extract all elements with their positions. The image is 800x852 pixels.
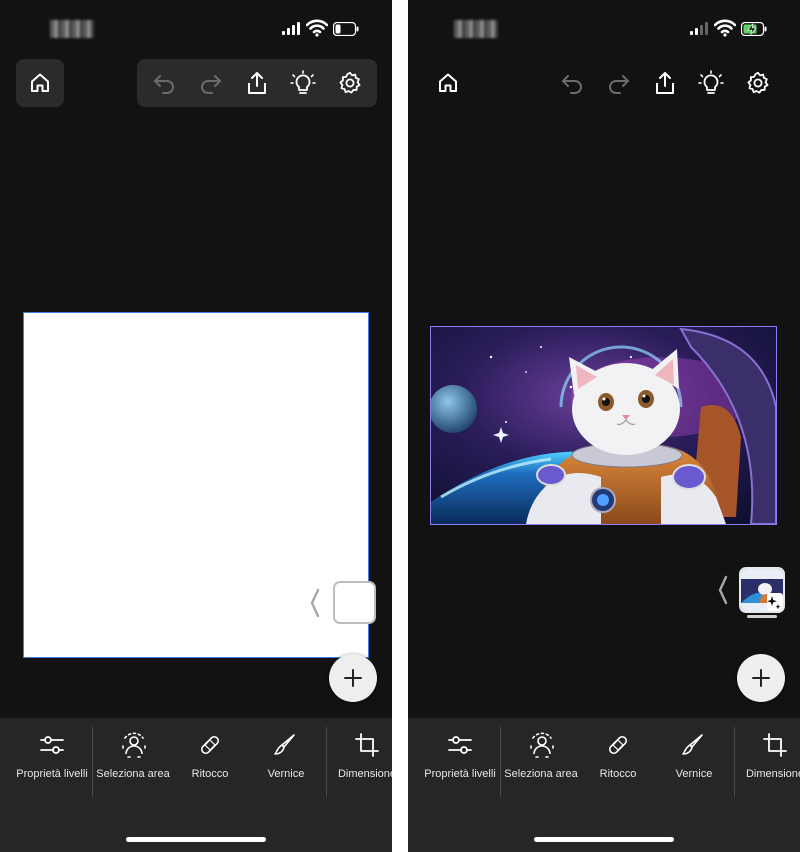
- tool-label: Seleziona area: [96, 768, 169, 780]
- layer-thumbnail[interactable]: [333, 581, 376, 624]
- settings-button[interactable]: [330, 63, 370, 103]
- tool-label: Proprietà livelli: [424, 768, 496, 780]
- home-button[interactable]: [424, 59, 472, 107]
- wifi-icon: [714, 19, 736, 37]
- astronaut-cat-illustration: [431, 327, 776, 524]
- tool-label: Vernice: [676, 768, 713, 780]
- plus-icon: [343, 668, 363, 688]
- tool-dimensions[interactable]: Dimensione: [327, 718, 392, 798]
- tool-label: Seleziona area: [504, 768, 577, 780]
- undo-icon: [151, 71, 177, 95]
- tool-retouch[interactable]: Ritocco: [174, 718, 246, 798]
- redo-button[interactable]: [191, 63, 231, 103]
- redo-icon: [606, 71, 632, 95]
- status-time-blurred: [454, 20, 498, 38]
- cellular-signal-icon: [282, 22, 300, 35]
- home-button[interactable]: [16, 59, 64, 107]
- lightbulb-icon: [698, 70, 724, 96]
- undo-button[interactable]: [552, 63, 592, 103]
- tool-select-area[interactable]: Seleziona area: [94, 718, 174, 798]
- tool-label: Vernice: [268, 768, 305, 780]
- tool-retouch[interactable]: Ritocco: [582, 718, 654, 798]
- gear-icon: [338, 71, 362, 95]
- redo-icon: [198, 71, 224, 95]
- cellular-signal-icon: [690, 22, 708, 35]
- home-indicator[interactable]: [126, 837, 266, 842]
- add-button[interactable]: [329, 654, 377, 702]
- wifi-icon: [306, 19, 328, 37]
- settings-button[interactable]: [738, 63, 778, 103]
- tool-label: Ritocco: [192, 768, 229, 780]
- share-button[interactable]: [237, 63, 277, 103]
- canvas-astronaut-cat-image[interactable]: [430, 326, 777, 525]
- bandage-icon: [605, 732, 631, 758]
- tool-paint[interactable]: Vernice: [654, 718, 734, 798]
- crop-icon: [354, 732, 380, 758]
- tool-label: Dimensione: [338, 768, 392, 780]
- thumbnail-selected-indicator: [747, 615, 777, 618]
- tool-label: Proprietà livelli: [16, 768, 88, 780]
- battery-charging-icon: [741, 22, 767, 36]
- tool-layer-properties[interactable]: Proprietà livelli: [408, 718, 500, 798]
- chevron-left-icon[interactable]: [309, 588, 321, 618]
- tool-label: Dimensione: [746, 768, 800, 780]
- divider: [500, 727, 501, 797]
- lightbulb-icon: [290, 70, 316, 96]
- gear-icon: [746, 71, 770, 95]
- share-icon: [653, 70, 677, 96]
- share-button[interactable]: [645, 63, 685, 103]
- brush-icon: [680, 732, 706, 758]
- undo-icon: [559, 71, 585, 95]
- add-button[interactable]: [737, 654, 785, 702]
- home-icon: [436, 71, 460, 95]
- top-toolbar: [137, 59, 377, 107]
- brush-icon: [272, 732, 298, 758]
- tips-button[interactable]: [691, 63, 731, 103]
- plus-icon: [751, 668, 771, 688]
- home-indicator[interactable]: [534, 837, 674, 842]
- divider: [92, 727, 93, 797]
- top-toolbar: [545, 59, 785, 107]
- chevron-left-icon[interactable]: [717, 575, 729, 605]
- layer-thumbnail[interactable]: [739, 567, 785, 613]
- layer-thumbnail-image: [741, 569, 783, 611]
- screen-right: Proprietà livelli Seleziona area Ritocco…: [408, 0, 800, 852]
- tool-label: Ritocco: [600, 768, 637, 780]
- tool-paint[interactable]: Vernice: [246, 718, 326, 798]
- tool-layer-properties[interactable]: Proprietà livelli: [0, 718, 92, 798]
- bottom-toolbar: Proprietà livelli Seleziona area Ritocco…: [408, 718, 800, 852]
- select-subject-icon: [121, 732, 147, 758]
- select-subject-icon: [529, 732, 555, 758]
- home-icon: [28, 71, 52, 95]
- sliders-icon: [447, 732, 473, 758]
- tips-button[interactable]: [283, 63, 323, 103]
- sliders-icon: [39, 732, 65, 758]
- crop-icon: [762, 732, 788, 758]
- tool-select-area[interactable]: Seleziona area: [502, 718, 582, 798]
- status-time-blurred: [50, 20, 94, 38]
- undo-button[interactable]: [144, 63, 184, 103]
- tool-dimensions[interactable]: Dimensione: [735, 718, 800, 798]
- battery-icon: [333, 22, 359, 36]
- bottom-toolbar: Proprietà livelli Seleziona area Ritocco…: [0, 718, 392, 852]
- screen-left: Proprietà livelli Seleziona area Ritocco…: [0, 0, 392, 852]
- share-icon: [245, 70, 269, 96]
- bandage-icon: [197, 732, 223, 758]
- redo-button[interactable]: [599, 63, 639, 103]
